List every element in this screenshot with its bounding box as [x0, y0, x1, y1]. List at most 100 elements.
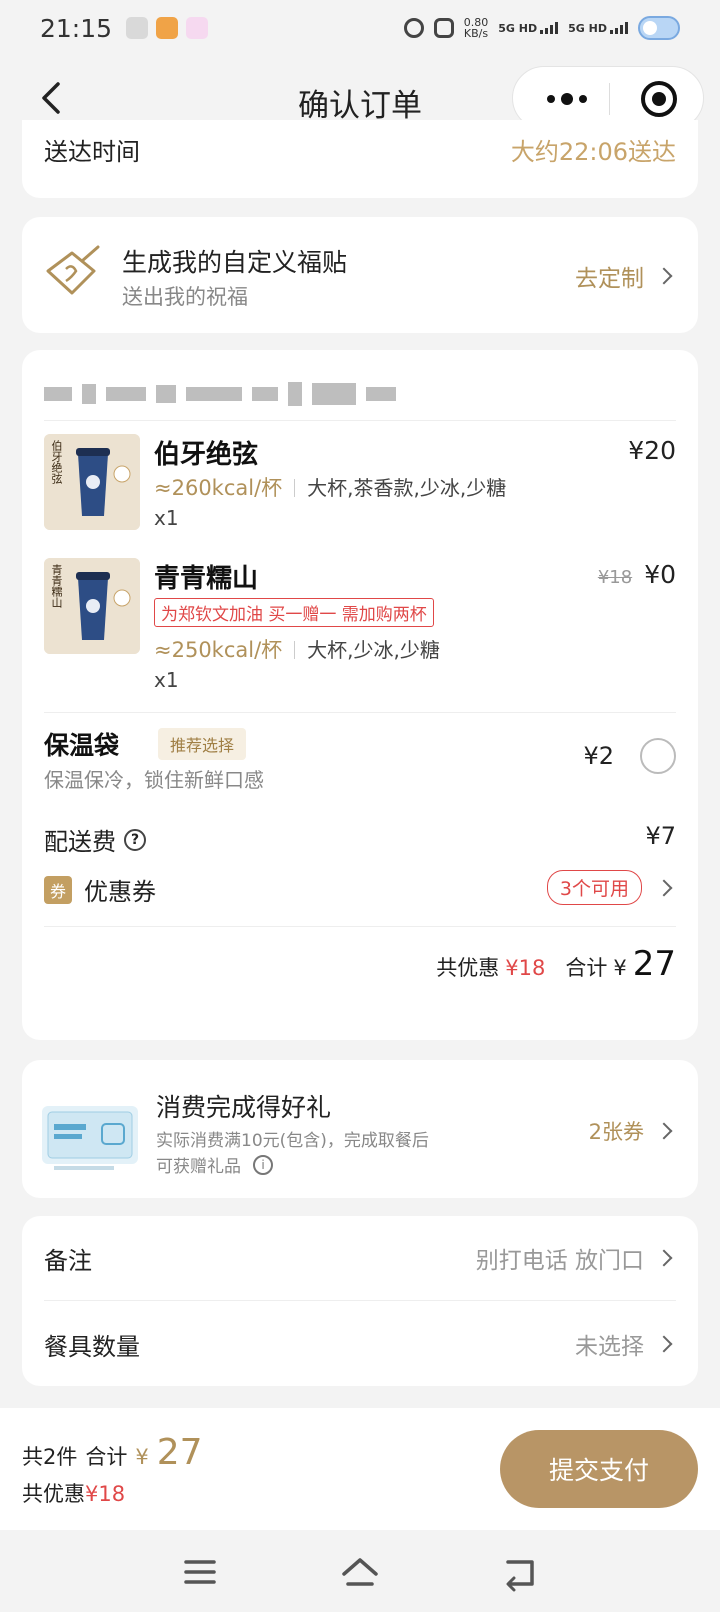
coupon-available-badge: 3个可用	[546, 870, 642, 905]
item-kcal-row: ≈250kcal/杯 大杯,少冰,少糖	[154, 634, 440, 664]
battery-icon	[638, 16, 680, 40]
gift-description-line2: 可获赠礼品 i	[156, 1152, 273, 1177]
info-icon[interactable]: i	[253, 1154, 273, 1175]
close-miniprogram-icon[interactable]	[641, 81, 677, 117]
gift-reward-card[interactable]: 消费完成得好礼 实际消费满10元(包含)，完成取餐后 可获赠礼品 i 2张券	[22, 1060, 698, 1198]
checkout-total-label: 合计	[85, 1445, 128, 1469]
item-kcal: ≈250kcal/杯	[154, 638, 283, 662]
custom-blessing-card[interactable]: 生成我的自定义福贴 送出我的祝福 去定制	[22, 217, 698, 333]
product-image-caption: 青青糯山	[50, 564, 63, 608]
thermal-bag-radio[interactable]	[640, 738, 676, 774]
blessing-sticker-icon	[46, 245, 100, 295]
blessing-title: 生成我的自定义福贴	[122, 248, 348, 277]
chevron-right-icon	[655, 1249, 673, 1267]
item-options: 大杯,茶香款,少冰,少糖	[307, 476, 507, 500]
capsule-divider	[609, 83, 610, 115]
utensils-label: 餐具数量	[44, 1332, 140, 1361]
utensils-row[interactable]: 餐具数量 未选择	[44, 1302, 673, 1386]
coupon-row[interactable]: 券 优惠券	[44, 872, 156, 907]
item-original-price: ¥18	[597, 567, 633, 588]
order-item: 伯牙绝弦 伯牙绝弦 ¥20 ≈260kcal/杯 大杯,茶香款,少冰,少糖 x1	[44, 434, 676, 544]
product-image-caption: 伯牙绝弦	[50, 440, 63, 484]
chevron-right-icon	[655, 1335, 673, 1353]
coupon-badge-icon: 券	[44, 875, 72, 904]
divider	[44, 712, 676, 713]
gift-description-line1: 实际消费满10元(包含)，完成取餐后	[156, 1131, 429, 1151]
checkout-currency: ¥	[135, 1445, 149, 1469]
status-bar: 21:15 0.80 KB/s 5G HD 5G HD	[0, 0, 720, 56]
signal-bars-icon	[540, 22, 559, 34]
coupon-select[interactable]: 3个可用	[546, 870, 673, 905]
divider	[44, 1300, 676, 1301]
chevron-right-icon	[655, 267, 673, 285]
gift-coupons-link[interactable]: 2张券	[588, 1116, 673, 1146]
order-card: 伯牙绝弦 伯牙绝弦 ¥20 ≈260kcal/杯 大杯,茶香款,少冰,少糖 x1 …	[22, 350, 698, 1040]
order-total-row: 共优惠 ¥18 合计 ¥ 27	[436, 944, 676, 984]
delivery-time-value[interactable]: 大约22:06送达	[511, 132, 676, 167]
divider	[44, 420, 676, 421]
status-time: 21:15	[40, 13, 113, 43]
product-image: 伯牙绝弦	[44, 434, 140, 530]
system-nav-bar	[0, 1530, 720, 1612]
utensils-value: 未选择	[575, 1334, 644, 1360]
coupon-ticket-image	[42, 1106, 138, 1170]
discount-label: 共优惠	[436, 956, 500, 980]
question-icon[interactable]: ?	[124, 828, 146, 851]
chevron-right-icon	[655, 1122, 673, 1140]
recommended-tag: 推荐选择	[158, 728, 247, 760]
divider	[44, 926, 676, 927]
menu-icon[interactable]	[180, 1552, 220, 1592]
checkout-discount: 共优惠¥18	[22, 1482, 126, 1506]
coupon-label: 优惠券	[84, 878, 156, 906]
home-icon[interactable]	[340, 1552, 380, 1592]
order-item: 青青糯山 青青糯山 ¥18 ¥0 为郑钦文加油 买一赠一 需加购两杯 ≈250kc…	[44, 558, 676, 698]
item-name: 青青糯山	[154, 564, 259, 594]
chevron-right-icon	[655, 879, 673, 896]
item-price: ¥18 ¥0	[597, 560, 676, 589]
alarm-icon	[403, 18, 424, 38]
signal-bars-icon	[610, 22, 628, 34]
checkout-total: 共2件 合计 ¥ 27	[22, 1432, 203, 1473]
checkout-total-value: 27	[156, 1432, 203, 1473]
delivery-fee-label: 配送费	[44, 828, 116, 856]
notes-card: 备注 别打电话 放门口 餐具数量 未选择	[22, 1216, 698, 1386]
delivery-fee-row: 配送费 ?	[44, 822, 146, 857]
item-price: ¥20	[628, 436, 676, 465]
thermal-bag-subtitle: 保温保冷，锁住新鲜口感	[44, 768, 264, 792]
network-speed: 0.80 KB/s	[463, 16, 489, 40]
product-image: 青青糯山	[44, 558, 140, 654]
thermal-bag-title: 保温袋	[44, 731, 120, 760]
customize-label: 去定制	[575, 266, 644, 292]
item-kcal-row: ≈260kcal/杯 大杯,茶香款,少冰,少糖	[154, 472, 506, 502]
delivery-time-label: 送达时间	[44, 138, 140, 166]
total-value: 27	[632, 944, 676, 984]
item-name: 伯牙绝弦	[154, 440, 259, 470]
signal-sim1: 5G HD	[498, 22, 559, 34]
item-quantity: x1	[154, 506, 179, 530]
submit-payment-button[interactable]: 提交支付	[500, 1430, 698, 1508]
total-currency: ¥	[613, 956, 627, 980]
item-count: 共2件	[22, 1445, 78, 1469]
blessing-subtitle: 送出我的祝福	[122, 285, 248, 309]
remark-label: 备注	[44, 1246, 92, 1275]
delivery-fee-value: ¥7	[645, 822, 676, 850]
mute-icon	[433, 18, 454, 38]
total-label: 合计	[565, 956, 608, 980]
discount-value: ¥18	[505, 956, 546, 980]
gift-coupon-count: 2张券	[588, 1120, 644, 1144]
thermal-bag-price: ¥2	[583, 742, 614, 770]
gift-title: 消费完成得好礼	[156, 1093, 332, 1122]
checkout-bar: 共2件 合计 ¥ 27 共优惠¥18 提交支付	[0, 1408, 720, 1530]
signal-sim2: 5G HD	[568, 22, 628, 34]
item-options: 大杯,少冰,少糖	[307, 638, 440, 662]
customize-link[interactable]: 去定制	[575, 259, 673, 293]
back-icon[interactable]	[500, 1552, 540, 1592]
more-icon[interactable]	[541, 87, 593, 111]
remark-value: 别打电话 放门口	[475, 1248, 644, 1274]
item-kcal: ≈260kcal/杯	[154, 476, 283, 500]
remark-row[interactable]: 备注 别打电话 放门口	[44, 1216, 673, 1300]
item-quantity: x1	[154, 668, 179, 692]
app-notification-icon	[186, 17, 209, 39]
store-name-redacted	[44, 372, 396, 416]
wechat-icon	[126, 17, 149, 39]
